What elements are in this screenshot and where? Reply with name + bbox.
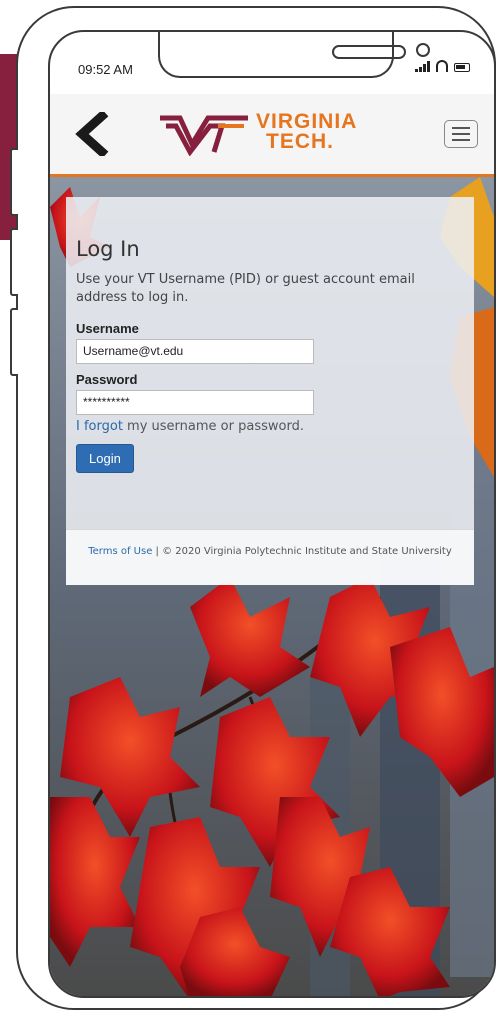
wifi-icon: [436, 60, 448, 72]
password-input[interactable]: **********: [76, 390, 314, 415]
login-card: Log In Use your VT Username (PID) or gue…: [66, 197, 474, 585]
password-label: Password: [76, 372, 138, 387]
login-description: Use your VT Username (PID) or guest acco…: [76, 272, 415, 305]
front-camera: [416, 43, 430, 57]
forgot-link[interactable]: I forgot: [76, 419, 123, 434]
signal-icon: [415, 61, 430, 72]
forgot-credentials-text: I forgot my username or password.: [76, 419, 464, 434]
speaker-grille: [332, 45, 406, 59]
phone-screen: 09:52 AM VIRGINIA TECH. Log In Use your …: [48, 30, 496, 998]
page-title: Log In: [76, 237, 140, 261]
username-label: Username: [76, 321, 139, 336]
vt-logo-icon: [160, 115, 248, 156]
vt-logo[interactable]: VIRGINIA TECH.: [158, 108, 368, 160]
phone-side-button: [10, 228, 18, 296]
status-icons: [415, 60, 470, 72]
terms-of-use-link[interactable]: Terms of Use: [88, 546, 152, 557]
copyright-text: © 2020 Virginia Polytechnic Institute an…: [162, 546, 452, 557]
phone-side-button: [10, 308, 18, 376]
background-photo: Log In Use your VT Username (PID) or gue…: [50, 177, 494, 996]
phone-notch: [158, 32, 430, 78]
logo-line-1: VIRGINIA: [256, 110, 358, 133]
username-input[interactable]: Username@vt.edu: [76, 339, 314, 364]
card-footer: Terms of Use | © 2020 Virginia Polytechn…: [66, 529, 474, 585]
phone-side-button: [10, 148, 18, 216]
logo-line-2: TECH.: [266, 130, 334, 153]
footer-separator: |: [152, 546, 163, 557]
phone-frame: 09:52 AM VIRGINIA TECH. Log In Use your …: [10, 6, 496, 1010]
vt-logo-text: VIRGINIA TECH.: [256, 110, 358, 153]
app-header: VIRGINIA TECH.: [50, 94, 494, 177]
status-bar: 09:52 AM: [50, 32, 494, 94]
hamburger-menu-icon[interactable]: [444, 120, 478, 148]
login-button[interactable]: Login: [76, 444, 134, 473]
status-time: 09:52 AM: [78, 62, 133, 77]
forgot-rest-text: my username or password.: [122, 419, 304, 434]
back-chevron-icon[interactable]: [74, 112, 110, 156]
battery-icon: [454, 63, 470, 72]
